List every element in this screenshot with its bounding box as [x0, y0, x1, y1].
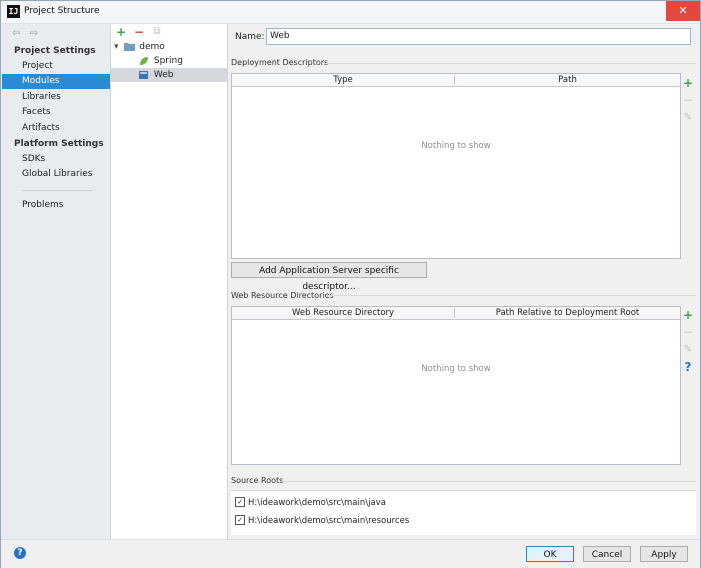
- column-web-resource-directory[interactable]: Web Resource Directory: [232, 307, 454, 319]
- name-label: Name:: [235, 32, 265, 42]
- forward-arrow-icon[interactable]: ⇨: [30, 28, 38, 39]
- help-button[interactable]: ?: [14, 547, 26, 559]
- tree-node-spring[interactable]: Spring: [139, 54, 183, 68]
- empty-state-text: Nothing to show: [421, 364, 491, 374]
- nav-item-modules[interactable]: Modules: [2, 74, 110, 89]
- cancel-button[interactable]: Cancel: [583, 546, 631, 562]
- empty-state-text: Nothing to show: [421, 141, 491, 151]
- back-arrow-icon[interactable]: ⇦: [12, 28, 20, 39]
- table-header: Web Resource Directory Path Relative to …: [232, 307, 680, 320]
- remove-module-button[interactable]: −: [133, 26, 145, 38]
- nav-item-project[interactable]: Project: [2, 59, 110, 74]
- ok-button[interactable]: OK: [526, 546, 574, 562]
- window-title: Project Structure: [24, 6, 100, 16]
- dialog-button-bar: ? OK Cancel Apply: [1, 539, 700, 568]
- edit-resource-button[interactable]: ✎: [680, 343, 696, 357]
- module-label: demo: [139, 42, 165, 52]
- nav-item-problems[interactable]: Problems: [2, 198, 110, 213]
- section-divider: [322, 63, 696, 64]
- column-type[interactable]: Type: [232, 74, 454, 86]
- web-facet-editor: Name: Web Deployment Descriptors Type Pa…: [228, 24, 699, 539]
- tree-node-web[interactable]: Web: [139, 68, 174, 82]
- deployment-descriptors-title: Deployment Descriptors: [231, 58, 329, 67]
- nav-item-facets[interactable]: Facets: [2, 105, 110, 120]
- close-button[interactable]: ✕: [666, 1, 700, 21]
- nav-item-libraries[interactable]: Libraries: [2, 90, 110, 105]
- add-descriptor-button[interactable]: +: [680, 76, 696, 90]
- expand-arrow-icon[interactable]: ▾: [114, 42, 119, 52]
- title-bar: IJ Project Structure ✕: [1, 1, 700, 24]
- folder-icon: [124, 43, 136, 51]
- deployment-descriptors-table[interactable]: Type Path Nothing to show: [231, 73, 681, 259]
- apply-button[interactable]: Apply: [640, 546, 688, 562]
- source-roots-title: Source Roots: [231, 476, 284, 485]
- column-path-relative[interactable]: Path Relative to Deployment Root: [455, 307, 680, 319]
- source-root-path: H:\ideawork\demo\src\main\resources: [248, 516, 410, 526]
- remove-resource-button[interactable]: −: [680, 325, 696, 339]
- project-settings-header: Project Settings: [14, 46, 96, 56]
- nav-divider: [22, 190, 92, 191]
- module-tree-panel: + − ⧉ ▾ demo Spring Web: [111, 24, 228, 539]
- project-structure-window: IJ Project Structure ✕ ⇦ ⇨ Project Setti…: [0, 0, 701, 568]
- help-icon[interactable]: ?: [680, 360, 696, 374]
- web-resource-directories-title: Web Resource Directories: [231, 291, 334, 300]
- nav-item-global-libraries[interactable]: Global Libraries: [2, 167, 110, 182]
- source-root-path: H:\ideawork\demo\src\main\java: [248, 498, 386, 508]
- name-field[interactable]: Web: [266, 28, 691, 45]
- intellij-app-icon: IJ: [7, 5, 20, 18]
- remove-descriptor-button[interactable]: −: [680, 93, 696, 107]
- section-divider: [280, 481, 696, 482]
- add-server-descriptor-button[interactable]: Add Application Server specific descript…: [231, 262, 427, 292]
- spring-leaf-icon: [140, 56, 148, 65]
- copy-module-button[interactable]: ⧉: [151, 26, 163, 38]
- checkbox[interactable]: ✓: [235, 496, 245, 507]
- checkbox[interactable]: ✓: [235, 514, 245, 525]
- add-resource-button[interactable]: +: [680, 308, 696, 322]
- column-path[interactable]: Path: [455, 74, 680, 86]
- tree-node-demo[interactable]: ▾ demo: [114, 40, 165, 54]
- source-roots-list: ✓ H:\ideawork\demo\src\main\java ✓ H:\idea…: [231, 490, 696, 535]
- web-facet-icon: [139, 70, 148, 79]
- table-header: Type Path: [232, 74, 680, 87]
- settings-nav: ⇦ ⇨ Project Settings Project Modules Lib…: [2, 24, 111, 539]
- facet-label-web: Web: [153, 70, 174, 80]
- section-divider: [326, 295, 696, 296]
- nav-item-artifacts[interactable]: Artifacts: [2, 121, 110, 136]
- source-root-item[interactable]: ✓ H:\ideawork\demo\src\main\resources: [235, 514, 410, 528]
- add-module-button[interactable]: +: [115, 26, 127, 38]
- nav-history: ⇦ ⇨: [12, 28, 44, 39]
- edit-descriptor-button[interactable]: ✎: [680, 111, 696, 125]
- web-resource-directories-table[interactable]: Web Resource Directory Path Relative to …: [231, 306, 681, 465]
- nav-item-sdks[interactable]: SDKs: [2, 152, 110, 167]
- facet-label-spring: Spring: [153, 56, 183, 66]
- source-root-item[interactable]: ✓ H:\ideawork\demo\src\main\java: [235, 496, 386, 510]
- platform-settings-header: Platform Settings: [14, 139, 104, 149]
